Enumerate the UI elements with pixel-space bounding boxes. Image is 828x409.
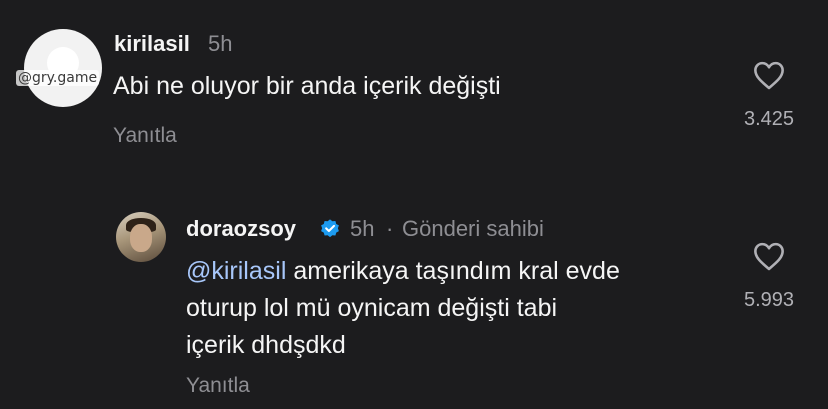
heart-outline-icon[interactable]	[752, 60, 786, 90]
like-button[interactable]: 5.993	[739, 241, 799, 312]
like-button[interactable]: 3.425	[739, 60, 799, 131]
heart-outline-icon[interactable]	[752, 241, 786, 271]
author-tag: Gönderi sahibi	[402, 216, 544, 241]
like-count: 5.993	[743, 289, 795, 311]
avatar[interactable]	[24, 29, 102, 107]
meta-separator: ·	[386, 216, 394, 241]
avatar-face	[130, 224, 152, 252]
mention-link[interactable]: @kirilasil	[186, 257, 286, 285]
comment-text-line3: içerik dhdşdkd	[186, 331, 346, 359]
comment-text: Abi ne oluyor bir anda içerik değişti	[113, 72, 501, 100]
comment-text-line2: oturup lol mü oynicam değişti tabi	[186, 294, 558, 322]
comment-timestamp: 5h	[208, 31, 233, 56]
comment-text-line1: amerikaya taşındım kral evde	[293, 257, 620, 285]
comment-username[interactable]: kirilasil	[114, 31, 190, 57]
watermark: @gry.game	[16, 70, 100, 86]
avatar[interactable]	[116, 212, 166, 262]
reply-button[interactable]: Yanıtla	[186, 374, 250, 398]
like-count: 3.425	[743, 108, 795, 130]
reply-button[interactable]: Yanıtla	[113, 124, 177, 148]
comment-username[interactable]: doraozsoy	[186, 216, 296, 242]
comment-text: @kirilasil amerikaya taşındım kral evde …	[186, 253, 620, 364]
comment-timestamp: 5h	[350, 216, 375, 241]
verified-badge-icon	[321, 219, 339, 238]
